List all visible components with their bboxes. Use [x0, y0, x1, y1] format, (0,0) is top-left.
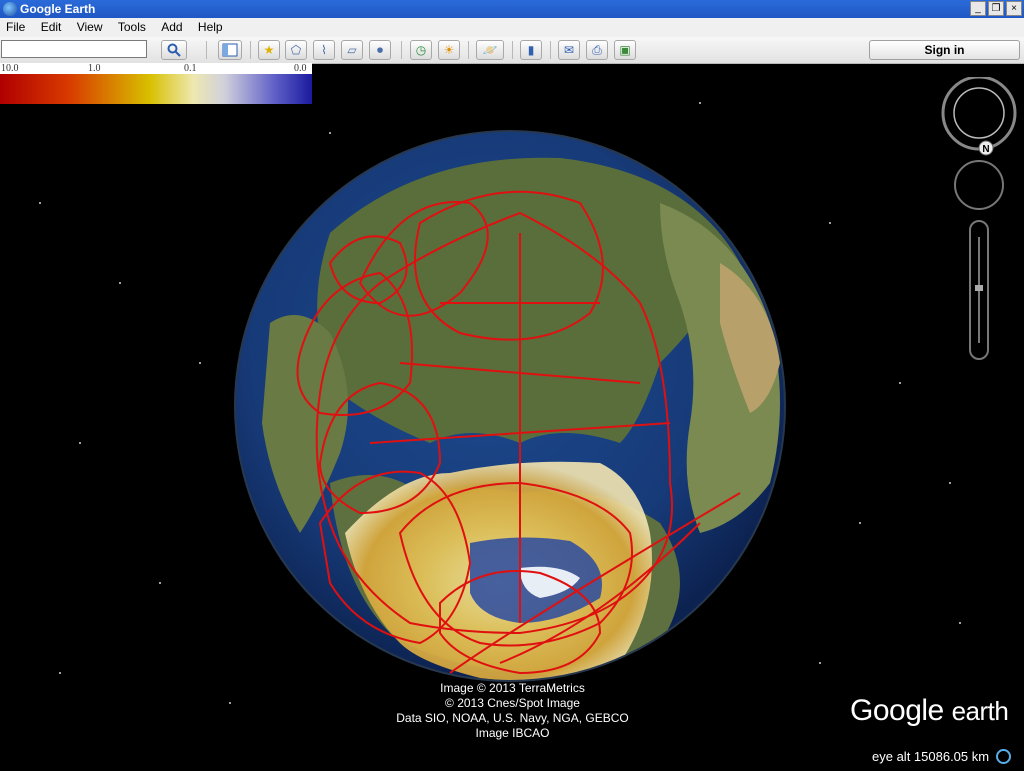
sidebar-icon: [222, 43, 238, 57]
menu-bar: File Edit View Tools Add Help: [0, 18, 1024, 38]
legend-tick-labels: 10.0 1.0 0.1 0.0: [0, 63, 312, 74]
navigation-controls: N: [941, 77, 1017, 360]
print-button[interactable]: ⎙: [586, 40, 608, 60]
toolbar-separator: [250, 41, 251, 59]
clock-icon: ◷: [415, 43, 427, 57]
legend-tick-label: 1.0: [88, 63, 101, 74]
imagery-credits: Image © 2013 TerraMetrics © 2013 Cnes/Sp…: [380, 681, 645, 741]
ruler-icon: ▮: [527, 43, 535, 57]
north-label: N: [982, 144, 989, 155]
minimize-button[interactable]: _: [970, 1, 986, 16]
sunlight-button[interactable]: ☀: [438, 40, 460, 60]
credit-line: © 2013 Cnes/Spot Image: [445, 696, 580, 710]
add-polygon-button[interactable]: ⬠: [285, 40, 307, 60]
record-tour-button[interactable]: ⏺: [369, 40, 391, 60]
menu-file[interactable]: File: [0, 18, 31, 34]
zoom-slider-thumb[interactable]: [975, 285, 983, 291]
logo-google: Google: [850, 694, 944, 727]
title-bar: Google Earth _ ❐ ×: [0, 0, 1024, 18]
legend-tick-label: 0.0: [294, 63, 307, 74]
menu-edit[interactable]: Edit: [35, 18, 68, 34]
compass-north-button[interactable]: N: [978, 140, 994, 156]
email-button[interactable]: ✉: [558, 40, 580, 60]
sidebar-toggle-button[interactable]: [218, 40, 242, 60]
menu-add[interactable]: Add: [155, 18, 188, 34]
credit-line: Data SIO, NOAA, U.S. Navy, NGA, GEBCO: [396, 711, 629, 725]
google-earth-logo: Google earth: [850, 694, 1009, 728]
search-button[interactable]: [161, 40, 187, 60]
planet-icon: 🪐: [482, 43, 498, 57]
toolbar-separator: [512, 41, 513, 59]
search-input[interactable]: [1, 40, 147, 58]
menu-help[interactable]: Help: [192, 18, 229, 34]
toolbar-separator: [550, 41, 551, 59]
toolbar-separator: [468, 41, 469, 59]
save-image-button[interactable]: ▣: [614, 40, 636, 60]
globe: [234, 130, 786, 682]
eye-altitude-readout: eye alt 15086.05 km: [872, 749, 990, 764]
magnifier-icon: [167, 43, 181, 57]
legend-tick-label: 0.1: [184, 63, 197, 74]
printer-icon: ⎙: [592, 43, 602, 57]
add-path-button[interactable]: ⌇: [313, 40, 335, 60]
sun-icon: ☀: [443, 43, 455, 57]
earth-viewport[interactable]: N: [0, 63, 1024, 768]
image-icon: ▣: [619, 43, 631, 57]
credit-line: Image IBCAO: [475, 726, 550, 740]
polygon-icon: ⬠: [290, 43, 302, 57]
compass-ring[interactable]: [941, 77, 1017, 151]
streaming-status-icon: [996, 749, 1011, 764]
envelope-icon: ✉: [563, 43, 575, 57]
globe-scene: [39, 102, 961, 704]
sign-in-button[interactable]: Sign in: [869, 40, 1020, 60]
credit-line: Image © 2013 TerraMetrics: [440, 681, 585, 695]
zoom-slider[interactable]: [969, 220, 989, 360]
look-joystick[interactable]: [954, 160, 1004, 210]
logo-earth: earth: [951, 696, 1009, 726]
menu-view[interactable]: View: [71, 18, 109, 34]
toolbar-separator: [401, 41, 402, 59]
add-placemark-button[interactable]: ★: [258, 40, 280, 60]
record-tour-icon: ⏺: [376, 43, 383, 57]
maximize-button[interactable]: ❐: [988, 1, 1004, 16]
image-overlay-icon: ▱: [347, 43, 357, 57]
legend-tick-label: 10.0: [1, 63, 19, 74]
toolbar-separator: [206, 41, 207, 59]
window-title: Google Earth: [20, 2, 96, 16]
menu-tools[interactable]: Tools: [112, 18, 152, 34]
historical-imagery-button[interactable]: ◷: [410, 40, 432, 60]
ruler-button[interactable]: ▮: [520, 40, 542, 60]
placemark-icon: ★: [263, 43, 275, 57]
legend-color-bar: [0, 74, 312, 104]
close-button[interactable]: ×: [1006, 1, 1022, 16]
add-image-overlay-button[interactable]: ▱: [341, 40, 363, 60]
color-scale-legend: 10.0 1.0 0.1 0.0: [0, 63, 312, 104]
path-icon: ⌇: [321, 43, 327, 57]
toolbar: ★ ⬠ ⌇ ▱ ⏺ ◷ ☀ 🪐 ▮ ✉ ⎙ ▣ Sign in: [0, 37, 1024, 64]
google-earth-app-icon: [3, 2, 17, 16]
switch-to-sky-button[interactable]: 🪐: [476, 40, 504, 60]
